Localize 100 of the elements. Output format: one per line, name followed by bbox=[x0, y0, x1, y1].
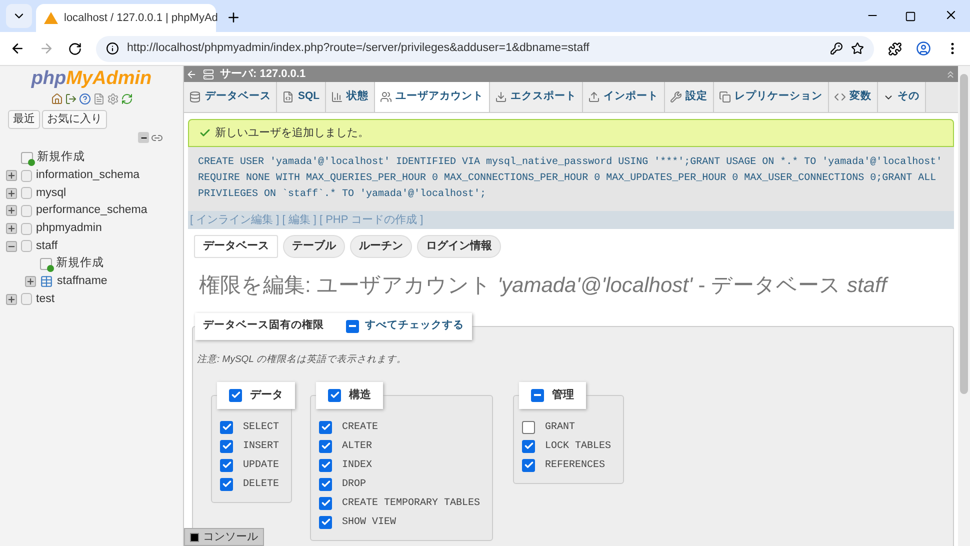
table-icon bbox=[40, 275, 53, 288]
tree-item[interactable]: test bbox=[36, 290, 55, 308]
expand-icon[interactable] bbox=[6, 170, 17, 182]
nav-tab[interactable]: 変数 bbox=[828, 82, 878, 112]
privilege-label: INSERT bbox=[243, 440, 280, 454]
checkbox[interactable] bbox=[319, 478, 332, 491]
nav-tab[interactable]: その bbox=[878, 82, 926, 112]
document-icon[interactable] bbox=[92, 93, 104, 105]
expand-icon[interactable] bbox=[6, 188, 17, 199]
new-tab-icon[interactable] bbox=[226, 10, 241, 25]
sidebar-button[interactable]: 最近 bbox=[8, 110, 40, 129]
expand-icon[interactable] bbox=[25, 276, 36, 288]
tree-item[interactable]: mysql bbox=[36, 184, 66, 202]
tree-item[interactable]: 新規作成 bbox=[56, 255, 104, 273]
star-icon[interactable] bbox=[851, 42, 864, 55]
success-text: 新しいユーザを追加しました。 bbox=[215, 126, 369, 141]
bar-chart-icon bbox=[330, 91, 343, 103]
collapse-all-icon[interactable] bbox=[138, 132, 149, 143]
link-icon[interactable] bbox=[151, 132, 163, 144]
server-icon bbox=[203, 68, 214, 80]
legend-text: データベース固有の権限 bbox=[203, 318, 324, 334]
privilege-label: SELECT bbox=[243, 420, 280, 435]
browser-tab[interactable]: localhost / 127.0.0.1 | phpMyAd bbox=[36, 4, 216, 32]
checkbox[interactable] bbox=[319, 516, 332, 529]
nav-tab[interactable]: SQL bbox=[277, 82, 326, 112]
tree-item[interactable]: phpmyadmin bbox=[36, 220, 102, 238]
address-bar[interactable]: http://localhost/phpmyadmin/index.php?route=/server/privileges&adduser=1&dbname=staff bbox=[96, 36, 874, 62]
checkbox[interactable] bbox=[319, 420, 332, 434]
check-icon bbox=[199, 127, 211, 139]
checkbox[interactable] bbox=[328, 388, 342, 402]
extensions-icon[interactable] bbox=[888, 42, 902, 56]
sub-tab[interactable]: ルーチン bbox=[350, 235, 412, 258]
database-icon bbox=[21, 293, 32, 306]
checkbox[interactable] bbox=[220, 458, 233, 472]
key-icon[interactable] bbox=[830, 42, 843, 55]
expand-icon[interactable] bbox=[6, 205, 17, 216]
maximize-icon[interactable] bbox=[905, 11, 916, 22]
logo: phpMyAdmin bbox=[30, 67, 153, 91]
sub-tab[interactable]: データベース bbox=[194, 235, 278, 258]
checkbox[interactable] bbox=[229, 388, 242, 402]
privilege-label: UPDATE bbox=[243, 458, 280, 473]
privilege-label: CREATE bbox=[342, 420, 378, 435]
collapse-icon[interactable] bbox=[6, 240, 17, 252]
database-icon bbox=[21, 170, 32, 182]
group-label: 管理 bbox=[552, 388, 574, 403]
console-tab[interactable]: コンソール bbox=[184, 528, 264, 546]
copy-icon bbox=[718, 91, 731, 103]
settings-icon[interactable] bbox=[106, 93, 118, 105]
privilege-label: SHOW VIEW bbox=[342, 516, 396, 530]
nav-tab[interactable]: レプリケーション bbox=[714, 82, 829, 112]
database-icon bbox=[21, 187, 32, 200]
users-icon bbox=[380, 91, 392, 103]
back-icon[interactable] bbox=[10, 41, 25, 56]
reload-icon[interactable] bbox=[68, 42, 82, 56]
checkbox[interactable] bbox=[319, 440, 332, 453]
expand-icon[interactable] bbox=[6, 294, 17, 305]
checkbox[interactable] bbox=[319, 496, 332, 510]
database-icon bbox=[21, 222, 32, 235]
url-text: http://localhost/phpmyadmin/index.php?route=/server/privileges&adduser=1&dbname=staff bbox=[127, 40, 590, 56]
help-icon[interactable] bbox=[78, 93, 90, 105]
tree-item[interactable]: information_schema bbox=[36, 166, 140, 184]
sub-tab[interactable]: テーブル bbox=[283, 235, 345, 258]
breadcrumb[interactable]: サーバ: 127.0.0.1 bbox=[220, 66, 306, 82]
new-database-icon bbox=[21, 152, 33, 164]
info-icon[interactable] bbox=[106, 42, 119, 55]
tree-item[interactable]: performance_schema bbox=[36, 202, 148, 220]
privilege-label: ALTER bbox=[342, 440, 372, 454]
checkbox[interactable] bbox=[319, 458, 332, 472]
privilege-label: GRANT bbox=[545, 420, 576, 435]
upload-icon bbox=[588, 91, 600, 103]
logout-icon[interactable] bbox=[64, 93, 76, 105]
checkbox[interactable] bbox=[220, 420, 233, 434]
close-window-icon[interactable] bbox=[944, 8, 958, 22]
nav-tab[interactable]: 状態 bbox=[326, 82, 375, 112]
tree-item[interactable]: staffname bbox=[57, 273, 108, 290]
checkbox[interactable] bbox=[346, 320, 359, 332]
nav-tab[interactable]: ユーザアカウント bbox=[374, 82, 490, 112]
nav-tab[interactable]: インポート bbox=[582, 82, 665, 112]
home-icon[interactable] bbox=[50, 93, 62, 105]
privilege-label: DELETE bbox=[243, 478, 280, 492]
nav-tab[interactable]: 設定 bbox=[664, 82, 714, 112]
checkbox[interactable] bbox=[522, 458, 536, 472]
checkbox[interactable] bbox=[522, 440, 536, 453]
tree-item[interactable]: staff bbox=[36, 238, 58, 255]
profile-icon[interactable] bbox=[916, 41, 931, 56]
nav-tab[interactable]: データベース bbox=[184, 82, 277, 112]
check-all-label[interactable]: すべてチェックする bbox=[365, 318, 464, 334]
database-icon bbox=[189, 91, 201, 103]
checkbox[interactable] bbox=[522, 420, 536, 434]
checkbox[interactable] bbox=[531, 388, 544, 402]
nav-tab[interactable]: エクスポート bbox=[490, 82, 583, 112]
sub-tab[interactable]: ログイン情報 bbox=[417, 235, 501, 258]
sidebar-button[interactable]: お気に入り bbox=[42, 110, 107, 129]
checkbox[interactable] bbox=[220, 478, 233, 491]
tab-list-button[interactable] bbox=[6, 4, 32, 28]
sql-query: CREATE USER 'yamada'@'localhost' IDENTIFIED VIA mysql_native_password USING '***';GRANT USAGE ON *.* TO 'yamada'@'localhost' REQUIRE NONE WITH MAX_QUERIES_PER_HOUR 0 MAX_CONNECTIONS_PER_HOUR 0 MAX_UPDATES_PER_HOUR 0 MAX_USER_CONNECTIONS 0;GRANT ALL PRIVILEGES ON `staff`.* TO 'yamada'@'localhost'; bbox=[198, 156, 944, 202]
tree-item[interactable]: 新規作成 bbox=[37, 149, 85, 166]
checkbox[interactable] bbox=[220, 440, 233, 453]
expand-icon[interactable] bbox=[6, 223, 17, 234]
wrench-icon bbox=[670, 91, 682, 103]
